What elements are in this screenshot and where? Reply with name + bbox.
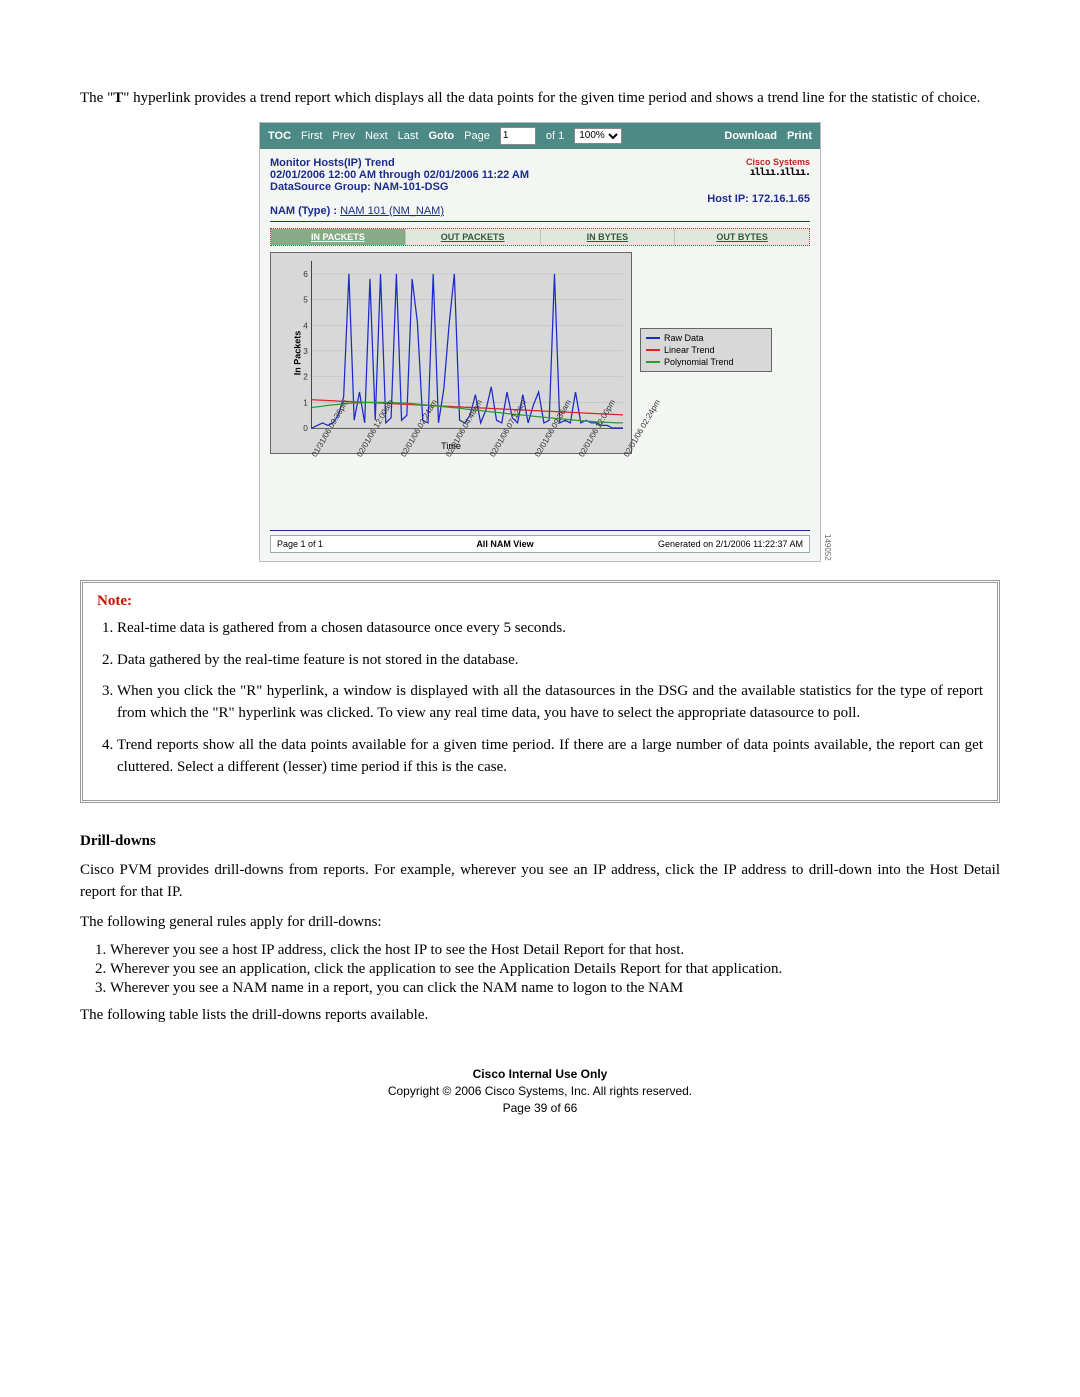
drill-para-2: The following general rules apply for dr… — [80, 912, 1000, 934]
svg-text:6: 6 — [303, 269, 308, 279]
report-footer: Page 1 of 1 All NAM View Generated on 2/… — [270, 535, 810, 553]
tab-in-bytes[interactable]: IN BYTES — [541, 229, 676, 245]
svg-text:2: 2 — [303, 371, 308, 381]
footer-line-3: Page 39 of 66 — [80, 1100, 1000, 1117]
trend-report-screenshot: 149052 TOC First Prev Next Last Goto Pag… — [259, 122, 821, 562]
legend-swatch-linear — [646, 349, 660, 351]
chart-legend: Raw Data Linear Trend Polynomial Trend — [640, 328, 772, 372]
report-header: Monitor Hosts(IP) Trend 02/01/2006 12:00… — [260, 149, 820, 219]
svg-text:3: 3 — [303, 346, 308, 356]
footer-divider — [270, 530, 810, 531]
dsg-label: DataSource Group: NAM-101-DSG — [270, 181, 529, 193]
prev-button[interactable]: Prev — [332, 130, 355, 142]
cisco-logo-text: Cisco Systems — [746, 157, 810, 167]
footer-line-1: Cisco Internal Use Only — [80, 1066, 1000, 1083]
page-input[interactable] — [500, 127, 536, 145]
footer-line-2: Copyright © 2006 Cisco Systems, Inc. All… — [80, 1083, 1000, 1100]
footer-view: All NAM View — [413, 536, 597, 552]
goto-button[interactable]: Goto — [428, 130, 454, 142]
intro-post: " hyperlink provides a trend report whic… — [123, 90, 980, 106]
intro-pre: The " — [80, 90, 113, 106]
note-item-4: Trend reports show all the data points a… — [117, 735, 983, 779]
drill-para-3: The following table lists the drill-down… — [80, 1005, 1000, 1027]
report-toolbar: TOC First Prev Next Last Goto Page of 1 … — [260, 123, 820, 149]
nam-label: NAM (Type) : — [270, 205, 340, 217]
note-item-1: Real-time data is gathered from a chosen… — [117, 618, 983, 640]
chart-xticks: 01/31/06 09:36pm02/01/06 12:00am02/01/06… — [310, 454, 622, 520]
tab-in-packets[interactable]: IN PACKETS — [271, 229, 406, 245]
nam-link[interactable]: NAM 101 (NM_NAM) — [340, 205, 444, 217]
drill-rules: Wherever you see a host IP address, clic… — [110, 942, 1000, 997]
cisco-logo-bars-icon: ıllıı.ıllıı. — [746, 167, 810, 178]
legend-swatch-raw — [646, 337, 660, 339]
svg-text:0: 0 — [303, 423, 308, 433]
note-item-3: When you click the "R" hyperlink, a wind… — [117, 681, 983, 725]
report-daterange: 02/01/2006 12:00 AM through 02/01/2006 1… — [270, 169, 529, 181]
hostip-label: Host IP: 172.16.1.65 — [707, 193, 810, 205]
footer-generated: Generated on 2/1/2006 11:22:37 AM — [597, 536, 809, 552]
legend-poly: Polynomial Trend — [646, 356, 766, 368]
last-button[interactable]: Last — [398, 130, 419, 142]
chart-plot: 0123456 — [311, 261, 623, 429]
print-button[interactable]: Print — [787, 130, 812, 142]
drill-para-1: Cisco PVM provides drill-downs from repo… — [80, 860, 1000, 904]
metric-tabs: IN PACKETS OUT PACKETS IN BYTES OUT BYTE… — [270, 228, 810, 246]
page-label: Page — [464, 130, 490, 142]
note-list: Real-time data is gathered from a chosen… — [117, 618, 983, 779]
page-footer: Cisco Internal Use Only Copyright © 2006… — [80, 1066, 1000, 1116]
svg-text:5: 5 — [303, 294, 308, 304]
intro-paragraph: The "T" hyperlink provides a trend repor… — [80, 88, 1000, 110]
svg-text:1: 1 — [303, 397, 308, 407]
legend-swatch-poly — [646, 361, 660, 363]
note-box: Note: Real-time data is gathered from a … — [80, 580, 1000, 804]
report-title: Monitor Hosts(IP) Trend — [270, 157, 529, 169]
drill-rule-2: Wherever you see an application, click t… — [110, 961, 1000, 978]
cisco-logo: Cisco Systems ıllıı.ıllıı. — [746, 157, 810, 193]
note-title: Note: — [97, 593, 983, 610]
download-button[interactable]: Download — [724, 130, 777, 142]
legend-label-linear: Linear Trend — [664, 345, 715, 355]
intro-T: T — [113, 90, 123, 106]
drill-rule-1: Wherever you see a host IP address, clic… — [110, 942, 1000, 959]
chart-ylabel: In Packets — [292, 330, 302, 375]
next-button[interactable]: Next — [365, 130, 388, 142]
tab-out-bytes[interactable]: OUT BYTES — [675, 229, 809, 245]
legend-label-poly: Polynomial Trend — [664, 357, 734, 367]
legend-linear: Linear Trend — [646, 344, 766, 356]
drilldowns-heading: Drill-downs — [80, 833, 1000, 850]
toc-button[interactable]: TOC — [268, 130, 291, 142]
legend-label-raw: Raw Data — [664, 333, 704, 343]
header-underline — [270, 221, 810, 222]
svg-text:4: 4 — [303, 320, 308, 330]
legend-raw: Raw Data — [646, 332, 766, 344]
chart-wrap: IN PACKETS OUT PACKETS IN BYTES OUT BYTE… — [270, 228, 810, 520]
note-item-2: Data gathered by the real-time feature i… — [117, 650, 983, 672]
chart-svg: 0123456 — [312, 261, 623, 428]
figure-number: 149052 — [823, 534, 832, 561]
first-button[interactable]: First — [301, 130, 322, 142]
chart-box: In Packets 0123456 Time — [270, 252, 632, 454]
footer-page: Page 1 of 1 — [271, 536, 413, 552]
drill-rule-3: Wherever you see a NAM name in a report,… — [110, 980, 1000, 997]
of-pages: of 1 — [546, 130, 564, 142]
tab-out-packets[interactable]: OUT PACKETS — [406, 229, 541, 245]
zoom-select[interactable]: 100% — [574, 128, 622, 144]
chart-area: In Packets 0123456 Time Raw Data Linear … — [270, 246, 810, 454]
